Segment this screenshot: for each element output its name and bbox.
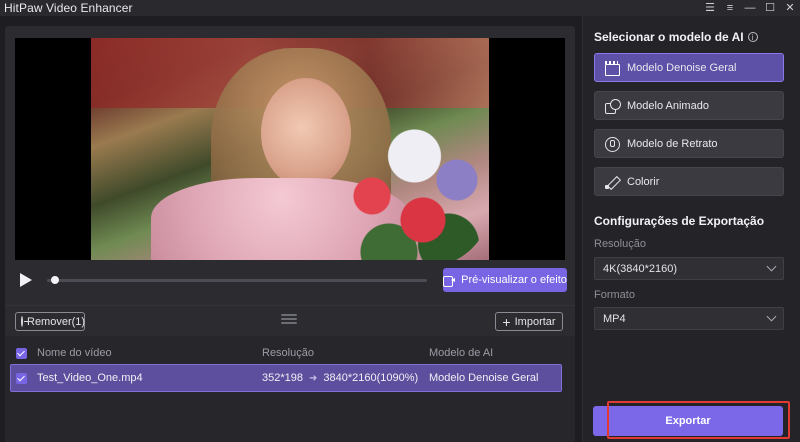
ai-model-title: Selecionar o modelo de AI i [594,30,758,44]
format-value: MP4 [603,312,626,325]
remove-label: Remover(1) [27,315,86,328]
row-checkbox[interactable] [16,373,27,384]
table-header: Nome do vídeo Resolução Modelo de AI [5,342,575,364]
minimize-icon[interactable]: — [740,0,760,16]
arrow-right-icon: ➜ [309,373,318,384]
video-flowers [321,108,489,260]
ai-model-title-text: Selecionar o modelo de AI [594,30,744,44]
format-select[interactable]: MP4 [594,307,784,330]
chevron-down-icon [766,261,777,272]
format-label: Formato [594,289,635,301]
face-icon [605,136,620,152]
resolution-label: Resolução [594,238,646,250]
preview-effect-button[interactable]: Pré-visualizar o efeito [443,268,567,292]
column-header-name: Nome do vídeo [37,347,112,359]
resolution-select[interactable]: 4K(3840*2160) [594,257,784,280]
video-frame [91,38,489,260]
play-button[interactable] [19,273,33,287]
column-header-resolution: Resolução [262,347,314,359]
seek-bar[interactable] [47,279,427,282]
info-icon[interactable]: i [747,32,758,42]
video-viewport [15,38,565,260]
video-player: Pré-visualizar o efeito [5,26,575,314]
remove-button[interactable]: Remover(1) [15,312,85,331]
minus-circle-icon [21,316,29,327]
main-area: Pré-visualizar o efeito Remover(1) + Imp… [0,16,580,442]
highlight-box [607,401,790,439]
model-cell: Modelo Denoise Geral [429,372,539,384]
title-bar: HitPaw Video Enhancer ☰ ≡ — ☐ ✕ [0,0,800,16]
table-row[interactable]: Test_Video_One.mp4 352*198 ➜ 3840*2160(109… [10,364,562,392]
app-title: HitPaw Video Enhancer [4,1,133,15]
collapse-handle-icon[interactable] [281,314,297,326]
window-controls: ☰ ≡ — ☐ ✕ [700,0,800,16]
column-header-model: Modelo de AI [429,347,494,359]
file-list-panel: Remover(1) + Importar Nome do vídeo Reso… [5,305,575,442]
file-list-toolbar: Remover(1) + Importar [5,306,575,336]
seek-handle[interactable] [50,276,59,284]
model-colorize-button[interactable]: Colorir [594,167,784,196]
resolution-cell: 352*198 ➜ 3840*2160(1090%) [262,372,418,384]
plus-icon: + [502,313,511,330]
model-portrait-button[interactable]: Modelo de Retrato [594,129,784,158]
resolution-value: 4K(3840*2160) [603,262,678,275]
export-settings-title-text: Configurações de Exportação [594,214,765,228]
settings-panel: Selecionar o modelo de AI i Modelo Denoi… [582,16,800,442]
video-name: Test_Video_One.mp4 [37,372,143,384]
animation-icon [605,98,621,114]
import-button[interactable]: + Importar [495,312,563,331]
video-camera-icon [443,275,456,287]
model-denoise-button[interactable]: Modelo Denoise Geral [594,53,784,82]
resolution-to: 3840*2160(1090%) [323,372,419,384]
player-controls: Pré-visualizar o efeito [15,266,567,306]
menu-icon[interactable]: ☰ [700,0,720,16]
preview-effect-label: Pré-visualizar o efeito [461,274,567,286]
export-settings-title: Configurações de Exportação [594,214,764,228]
list-icon[interactable]: ≡ [720,0,740,16]
model-animated-button[interactable]: Modelo Animado [594,91,784,120]
model-denoise-label: Modelo Denoise Geral [627,61,737,74]
model-portrait-label: Modelo de Retrato [627,137,718,150]
brush-icon [605,175,619,189]
close-icon[interactable]: ✕ [780,0,800,16]
model-colorize-label: Colorir [627,175,660,188]
select-all-checkbox[interactable] [16,348,27,359]
maximize-icon[interactable]: ☐ [760,0,780,16]
chevron-down-icon [766,311,777,322]
model-animated-label: Modelo Animado [627,99,709,112]
resolution-from: 352*198 [262,372,303,384]
clapperboard-icon [605,60,620,76]
import-label: Importar [514,315,556,328]
